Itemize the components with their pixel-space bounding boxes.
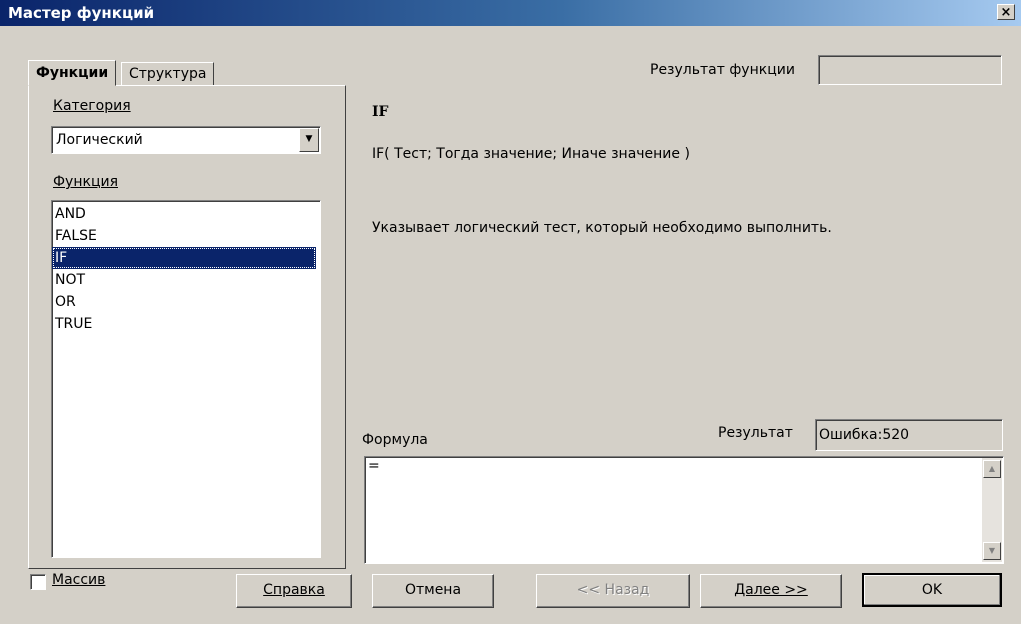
scroll-down-icon[interactable]: ▼ xyxy=(983,542,1001,560)
function-result-label: Результат функции xyxy=(650,62,795,78)
category-value: Логический xyxy=(56,132,143,148)
formula-scrollbar[interactable]: ▲ ▼ xyxy=(982,458,1002,562)
next-button-label: Далее >> xyxy=(734,582,808,598)
back-button[interactable]: << Назад xyxy=(536,574,690,608)
function-name: IF xyxy=(372,104,389,120)
array-label: Массив xyxy=(52,572,106,588)
list-item-not[interactable]: NOT xyxy=(52,269,316,291)
list-item-and[interactable]: AND xyxy=(52,203,316,225)
tab-structure-label: Структура xyxy=(129,66,207,82)
array-checkbox[interactable] xyxy=(30,574,46,590)
result-field: Ошибка:520 xyxy=(815,419,1003,451)
result-value: Ошибка:520 xyxy=(819,427,910,443)
function-description: Указывает логический тест, который необх… xyxy=(372,220,832,236)
help-button-label: Справка xyxy=(263,582,325,598)
function-signature: IF( Тест; Тогда значение; Иначе значение… xyxy=(372,146,690,162)
scroll-up-icon[interactable]: ▲ xyxy=(983,460,1001,478)
window-title: Мастер функций xyxy=(8,4,155,22)
title-bar: Мастер функций × xyxy=(0,0,1021,26)
cancel-button[interactable]: Отмена xyxy=(372,574,494,608)
function-list[interactable]: AND FALSE IF NOT OR TRUE xyxy=(51,200,321,558)
functions-panel: Категория Логический ▼ Функция AND FALSE… xyxy=(28,85,346,569)
next-button[interactable]: Далее >> xyxy=(700,574,842,608)
close-button[interactable]: × xyxy=(997,4,1015,20)
category-dropdown[interactable]: Логический ▼ xyxy=(51,126,321,154)
chevron-down-icon[interactable]: ▼ xyxy=(299,128,319,152)
tab-structure[interactable]: Структура xyxy=(121,62,215,86)
help-button[interactable]: Справка xyxy=(236,574,352,608)
formula-label: Формула xyxy=(362,432,428,448)
list-item-true[interactable]: TRUE xyxy=(52,313,316,335)
function-label: Функция xyxy=(53,174,118,190)
tab-functions-label: Функции xyxy=(36,65,109,81)
list-item-or[interactable]: OR xyxy=(52,291,316,313)
ok-button[interactable]: OK xyxy=(862,573,1002,607)
formula-text: = xyxy=(368,458,380,474)
list-item-false[interactable]: FALSE xyxy=(52,225,316,247)
formula-editor[interactable]: = ▲ ▼ xyxy=(364,456,1004,564)
function-result-field xyxy=(818,55,1002,85)
list-item-if[interactable]: IF xyxy=(52,247,316,269)
back-button-label: << Назад xyxy=(576,582,650,598)
close-icon: × xyxy=(1000,5,1012,20)
category-label: Категория xyxy=(53,98,131,114)
tab-functions[interactable]: Функции xyxy=(28,60,117,86)
result-label: Результат xyxy=(718,425,793,441)
cancel-button-label: Отмена xyxy=(404,582,462,598)
ok-button-label: OK xyxy=(921,582,943,598)
